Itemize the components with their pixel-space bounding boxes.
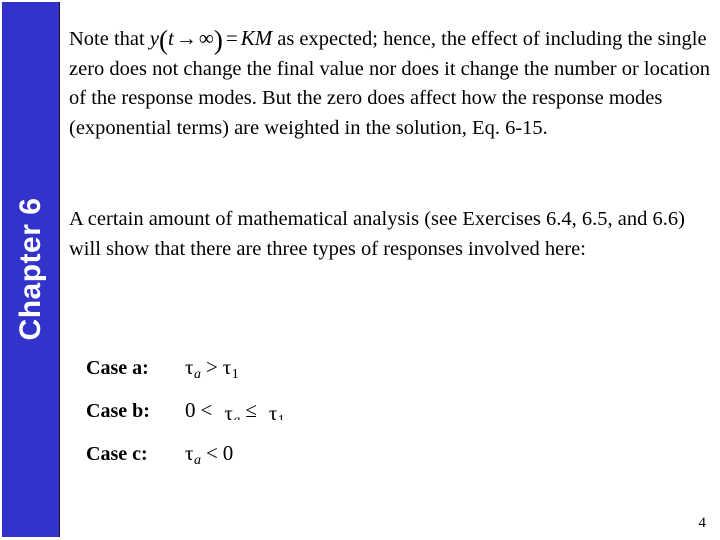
case-c-label: Case c:: [86, 443, 148, 465]
paragraph-2: A certain amount of mathematical analysi…: [69, 208, 685, 260]
case-a-math: τa > τ1: [185, 355, 239, 383]
case-row: Case c: τa <0: [86, 441, 486, 484]
zero-value: 0: [222, 441, 234, 465]
equation-lhs-var: y: [149, 26, 160, 50]
tau-subscript: a: [193, 366, 201, 382]
chapter-sidebar: Chapter 6: [2, 2, 60, 537]
equation-final-value: y(t→∞) = KM: [145, 26, 278, 54]
slide: Chapter 6 Note that y(t→∞) = KM as expected;…: [0, 0, 720, 540]
case-a-label: Case a:: [86, 357, 149, 379]
case-row: Case a: τa > τ1: [86, 355, 486, 398]
tau-symbol: τ: [268, 401, 278, 420]
relation-operator: ≤: [245, 398, 257, 422]
case-b-math: 0<τa≤τ1: [185, 398, 285, 423]
tau-subscript: 1: [277, 413, 285, 420]
tau-symbol: τ: [224, 401, 233, 420]
case-b-label: Case b:: [86, 400, 150, 422]
case-list: Case a: τa>τ1 Case b: 0<τa≤τ1 Case c: τa…: [86, 355, 486, 484]
case-c-math: τa <0: [185, 441, 233, 469]
tau-subscript: 1: [231, 366, 239, 382]
equation-arrow-icon: →: [175, 26, 197, 50]
equation-arg-var: t: [168, 26, 174, 50]
chapter-label: Chapter 6: [13, 197, 47, 341]
paragraph-1-lead: Note that: [69, 28, 145, 50]
equation-infinity: ∞: [198, 26, 214, 50]
equation-open-paren: (: [159, 25, 169, 55]
relation-operator: <: [200, 398, 213, 422]
zero-value: 0: [185, 398, 196, 422]
relation-operator: >: [205, 355, 218, 379]
tau-subscript: a: [193, 452, 201, 468]
equation-close-paren: ): [213, 25, 223, 55]
equation-rhs: KM: [240, 26, 273, 50]
relation-operator: <: [205, 441, 218, 465]
page-number: 4: [698, 515, 707, 531]
tau-symbol: τ: [222, 355, 232, 379]
equation-equals: =: [225, 26, 238, 50]
paragraph-1: Note that y(t→∞) = KM as expected; hence, th…: [69, 24, 714, 143]
case-row: Case b: 0<τa≤τ1: [86, 398, 486, 441]
slide-content: Note that y(t→∞) = KM as expected; hence, th…: [69, 24, 714, 264]
